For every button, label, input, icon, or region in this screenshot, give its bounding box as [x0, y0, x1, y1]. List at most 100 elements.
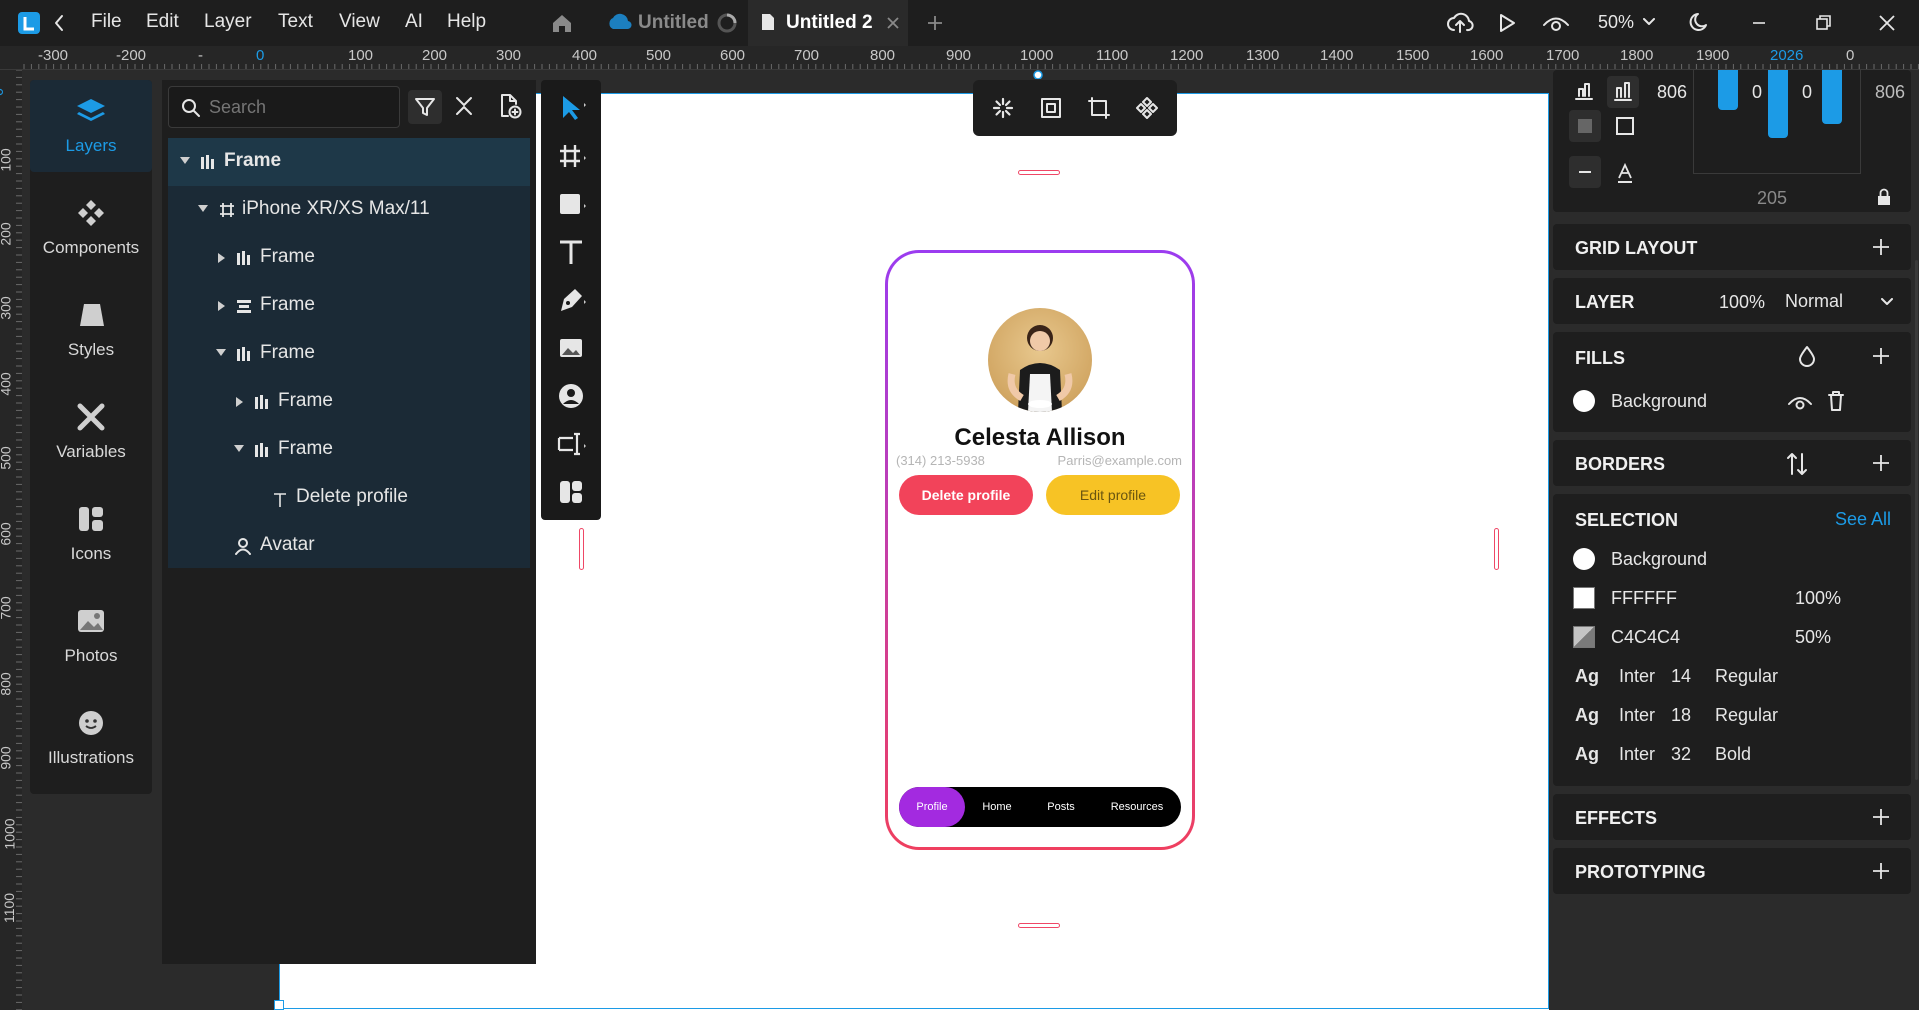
avatar-tool-icon[interactable] [555, 380, 587, 412]
add-effect-plus-icon[interactable] [1871, 807, 1891, 827]
padding-value-a[interactable]: 0 [1752, 82, 1762, 103]
layer-row[interactable]: Frame [168, 234, 530, 282]
crop-frame-icon[interactable] [1087, 96, 1111, 120]
collapse-all-icon[interactable] [452, 94, 476, 118]
add-grid-plus-icon[interactable] [1871, 237, 1891, 257]
tab-untitled[interactable]: Untitled [602, 0, 742, 46]
color-opacity[interactable]: 100% [1795, 588, 1841, 609]
rectangle-tool-icon[interactable] [555, 188, 587, 220]
font-weight[interactable]: Regular [1715, 705, 1778, 726]
padding-diagram[interactable]: 0 0 [1693, 70, 1861, 174]
layer-row[interactable]: Delete profile [168, 474, 530, 522]
font-weight[interactable]: Bold [1715, 744, 1751, 765]
padding-bar-left[interactable] [1718, 70, 1738, 110]
font-size[interactable]: 18 [1671, 705, 1691, 726]
auto-layout-icon[interactable] [991, 96, 1015, 120]
rail-item-components[interactable]: Components [30, 182, 152, 274]
rail-item-icons[interactable]: Icons [30, 488, 152, 580]
align-bottom-icon[interactable] [1573, 80, 1595, 102]
width-right-value[interactable]: 806 [1875, 82, 1905, 103]
text-color-icon[interactable] [1615, 162, 1635, 184]
color-swatch-ffffff[interactable] [1573, 587, 1595, 609]
menu-edit[interactable]: Edit [146, 11, 179, 33]
add-fill-plus-icon[interactable] [1871, 346, 1891, 366]
phone-frame[interactable]: Celesta Allison (314) 213-5938 Parris@ex… [885, 250, 1195, 850]
resize-handle-top[interactable] [1018, 170, 1060, 175]
add-prototype-plus-icon[interactable] [1871, 861, 1891, 881]
back-chevron-icon[interactable] [52, 13, 66, 33]
distribute-icon[interactable] [1607, 76, 1639, 108]
layer-row[interactable]: Frame [168, 426, 530, 474]
nav-tab-resources[interactable]: Resources [1093, 787, 1181, 827]
menu-text[interactable]: Text [278, 11, 313, 33]
layer-opacity[interactable]: 100% [1719, 292, 1765, 313]
font-weight[interactable]: Regular [1715, 666, 1778, 687]
layer-row[interactable]: Frame [168, 330, 530, 378]
lock-icon[interactable] [1877, 188, 1891, 206]
preview-eye-icon[interactable] [1542, 12, 1570, 34]
see-all-link[interactable]: See All [1835, 509, 1891, 530]
caret-down-icon[interactable] [216, 349, 226, 356]
close-window-icon[interactable] [1872, 8, 1902, 38]
input-field-tool-icon[interactable] [555, 428, 587, 460]
caret-down-icon[interactable] [180, 157, 190, 164]
trash-icon[interactable] [1827, 390, 1845, 412]
nav-tab-home[interactable]: Home [965, 787, 1029, 827]
blend-mode-select[interactable]: Normal [1785, 291, 1843, 312]
fill-label[interactable]: Background [1611, 391, 1707, 412]
search-input[interactable] [209, 95, 389, 119]
frame-hash-tool-icon[interactable] [555, 140, 587, 172]
components-tool-icon[interactable] [555, 476, 587, 508]
restore-icon[interactable] [1808, 8, 1838, 38]
rail-item-photos[interactable]: Photos [30, 590, 152, 682]
close-tab-icon[interactable] [886, 16, 900, 30]
width-left-value[interactable]: 806 [1657, 82, 1687, 103]
padding-bar-center[interactable] [1768, 70, 1788, 138]
vertical-ruler[interactable]: 0 100 200 300 400 500 600 700 800 900 1000 1100 [0, 70, 22, 1010]
frame-selection-icon[interactable] [1039, 96, 1063, 120]
play-icon[interactable] [1496, 12, 1518, 34]
rail-item-variables[interactable]: Variables [30, 386, 152, 478]
font-family[interactable]: Inter [1619, 744, 1655, 765]
color-opacity[interactable]: 50% [1795, 627, 1831, 648]
minus-icon[interactable] [1569, 156, 1601, 188]
pen-tool-icon[interactable] [555, 284, 587, 316]
delete-profile-button[interactable]: Delete profile [899, 475, 1033, 515]
caret-right-icon[interactable] [218, 301, 225, 311]
rail-item-styles[interactable]: Styles [30, 284, 152, 376]
layer-row[interactable]: Frame [168, 138, 530, 186]
resize-handle-left[interactable] [579, 528, 584, 570]
stroke-square-icon[interactable] [1615, 116, 1635, 136]
font-size[interactable]: 14 [1671, 666, 1691, 687]
zoom-chevron-down-icon[interactable] [1643, 18, 1655, 26]
layer-row[interactable]: Frame [168, 282, 530, 330]
dark-mode-moon-icon[interactable] [1688, 10, 1712, 34]
menu-help[interactable]: Help [447, 11, 486, 33]
selection-background-label[interactable]: Background [1611, 549, 1707, 570]
new-tab-plus-icon[interactable] [926, 14, 944, 32]
minimize-icon[interactable] [1744, 8, 1774, 38]
zoom-level[interactable]: 50% [1598, 12, 1634, 33]
image-tool-icon[interactable] [555, 332, 587, 364]
gap-value[interactable]: 205 [1757, 188, 1787, 209]
rail-item-illustrations[interactable]: Illustrations [30, 692, 152, 784]
layer-row[interactable]: Avatar [168, 522, 530, 570]
search-box[interactable] [168, 86, 400, 128]
caret-down-icon[interactable] [234, 445, 244, 452]
padding-bar-right[interactable] [1822, 70, 1842, 124]
nav-tab-profile[interactable]: Profile [899, 787, 965, 827]
padding-value-b[interactable]: 0 [1802, 82, 1812, 103]
menu-ai[interactable]: AI [405, 11, 423, 33]
opacity-drop-icon[interactable] [1797, 344, 1817, 368]
component-diamond-icon[interactable] [1135, 96, 1159, 120]
horizontal-ruler[interactable]: -300 -200 - 0 100 200 300 400 500 600 700 800 900 100… [0, 46, 1919, 70]
font-family[interactable]: Inter [1619, 705, 1655, 726]
resize-handle-bottom[interactable] [1018, 923, 1060, 928]
selection-corner-handle[interactable] [274, 1000, 284, 1010]
rail-item-layers[interactable]: Layers [30, 80, 152, 172]
edit-profile-button[interactable]: Edit profile [1046, 475, 1180, 515]
blend-chevron-down-icon[interactable] [1881, 298, 1893, 306]
add-page-icon[interactable] [496, 92, 522, 120]
caret-right-icon[interactable] [236, 397, 243, 407]
filter-icon[interactable] [408, 90, 442, 124]
